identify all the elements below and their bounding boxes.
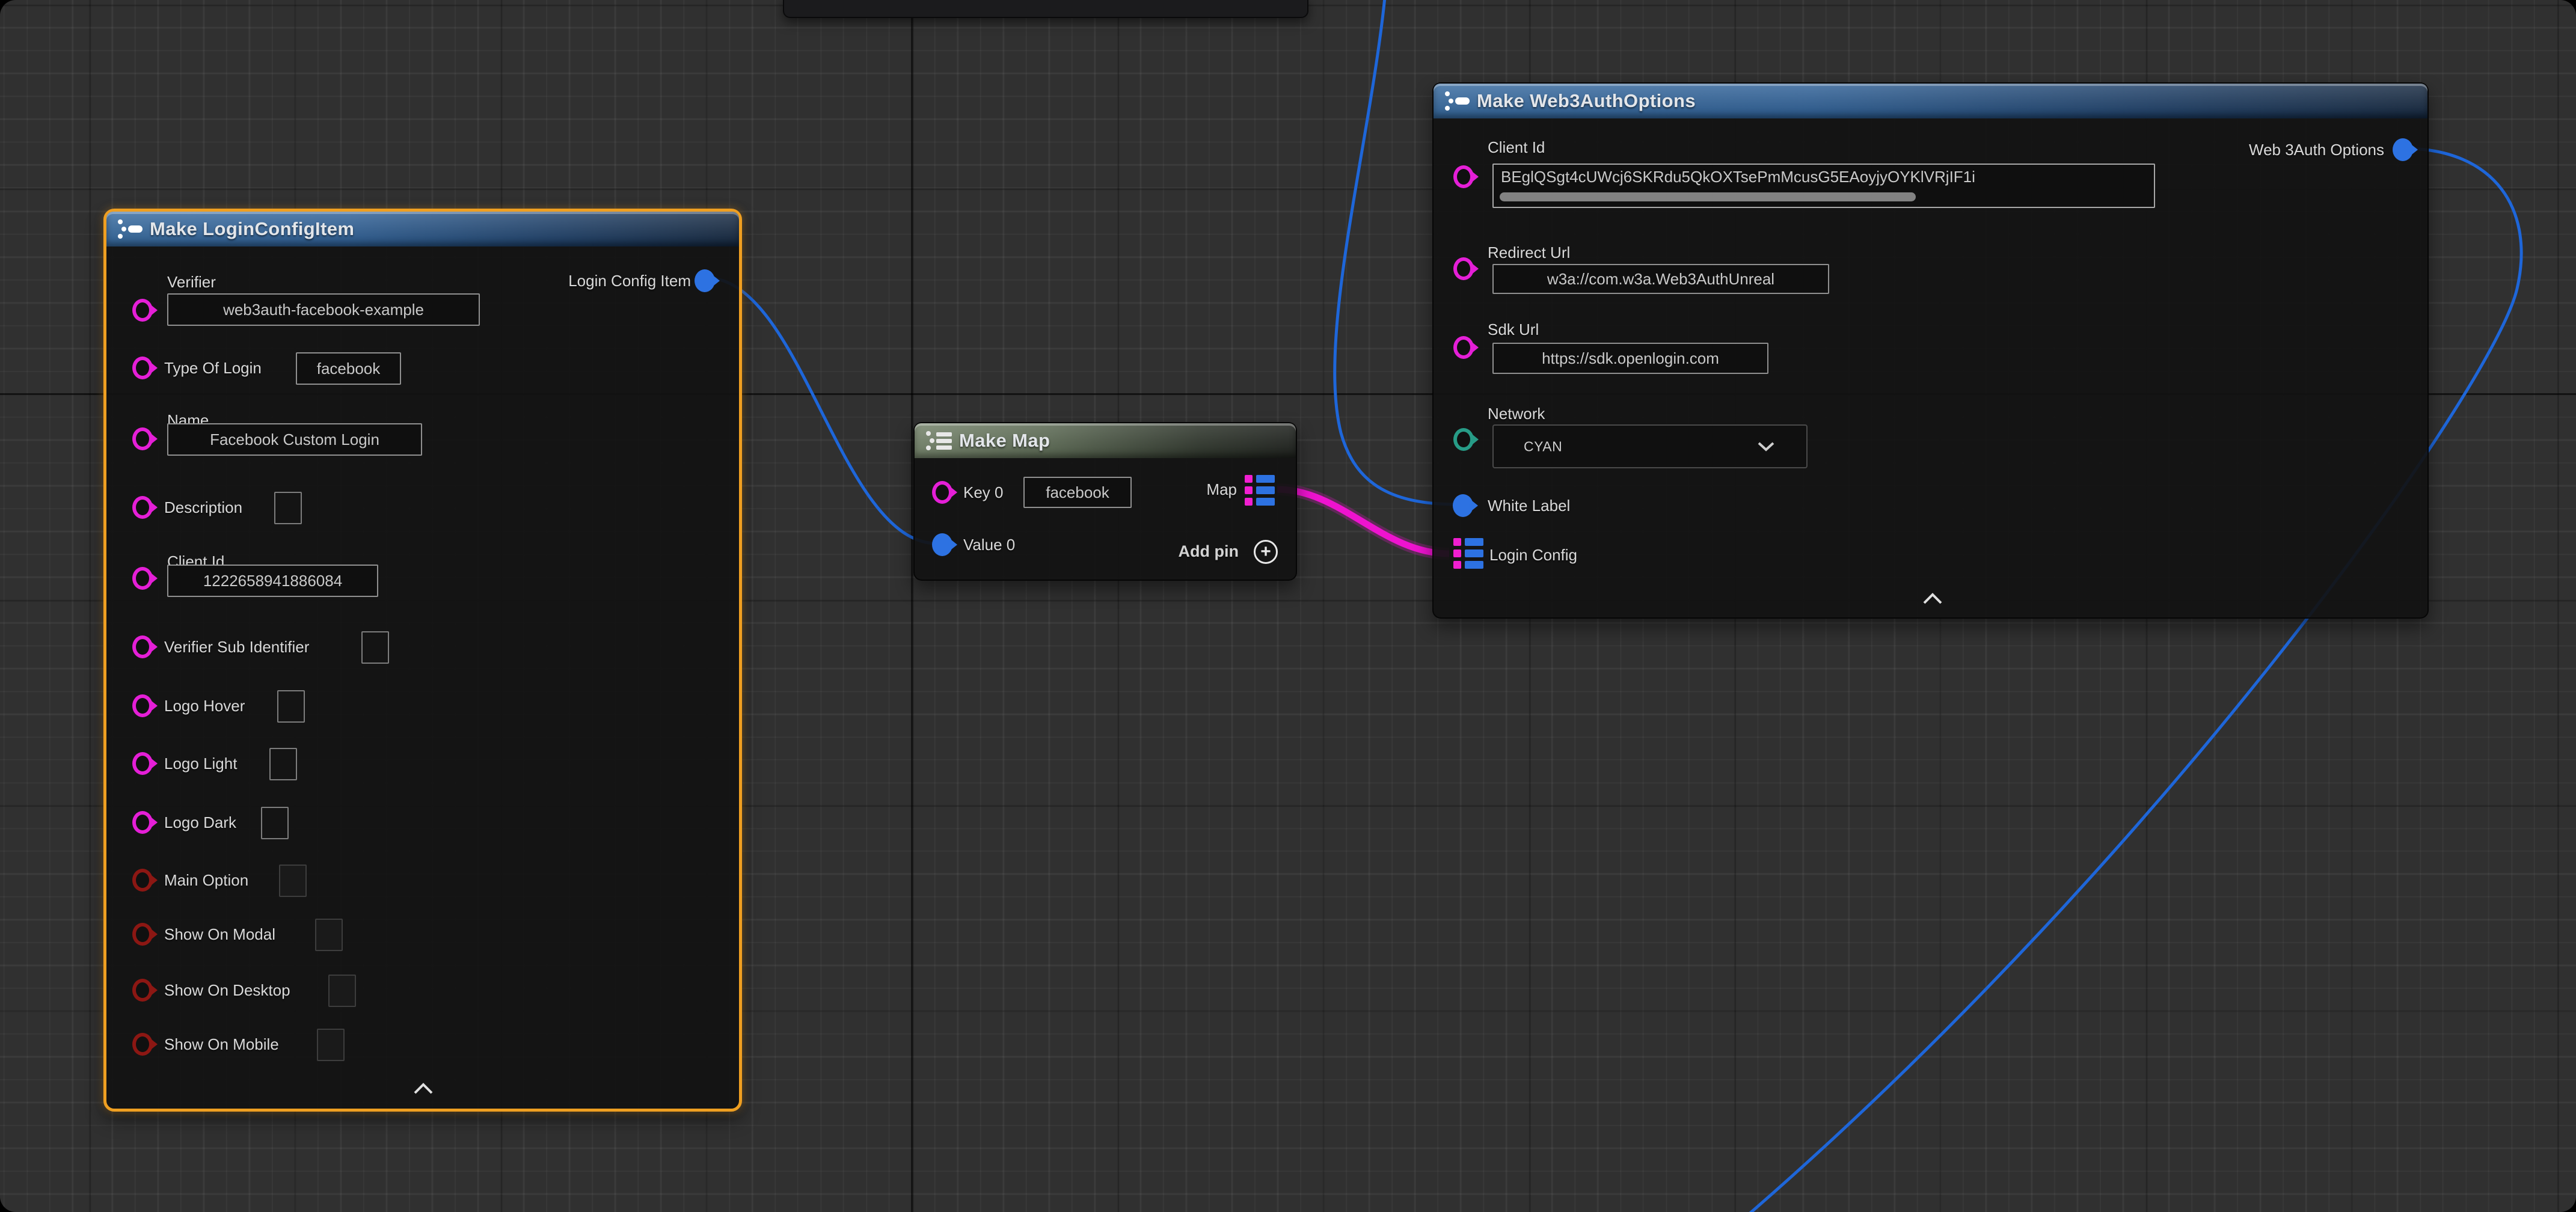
node-title: Make LoginConfigItem <box>150 218 354 240</box>
type-of-login-input[interactable] <box>296 352 401 385</box>
offscreen-node-partial[interactable] <box>783 0 1308 18</box>
value0-label: Value 0 <box>963 534 1015 555</box>
show-on-modal-label: Show On Modal <box>164 924 275 944</box>
verifier-sub-identifier-pin[interactable] <box>132 635 153 658</box>
add-pin-label[interactable]: Add pin <box>1179 542 1239 561</box>
verifier-pin[interactable] <box>132 299 153 322</box>
type-of-login-pin[interactable] <box>132 357 153 379</box>
logo-light-label: Logo Light <box>164 753 237 774</box>
logo-light-pin[interactable] <box>132 752 153 775</box>
sdk-url-input[interactable] <box>1492 343 1768 374</box>
collapse-chevron-icon[interactable] <box>412 1082 434 1095</box>
make-struct-icon <box>1443 88 1471 114</box>
node-header-make-web3auth-options[interactable]: Make Web3AuthOptions <box>1434 84 2427 118</box>
key0-label: Key 0 <box>963 482 1004 503</box>
make-struct-icon <box>116 216 144 242</box>
verifier-input[interactable] <box>167 293 480 326</box>
network-label: Network <box>1488 403 1545 424</box>
key0-pin[interactable] <box>932 481 952 504</box>
show-on-modal-pin[interactable] <box>132 923 153 946</box>
network-pin[interactable] <box>1453 428 1474 451</box>
client-id-pin[interactable] <box>1453 165 1474 188</box>
main-option-pin[interactable] <box>132 869 153 892</box>
node-header-make-map[interactable]: Make Map <box>915 423 1296 458</box>
login-config-item-output-pin[interactable] <box>695 269 715 292</box>
client-id-scrollbar[interactable] <box>1500 192 1916 201</box>
node-make-map[interactable]: Make Map Key 0 Map Value 0 Add pin + <box>913 422 1297 581</box>
sdk-url-pin[interactable] <box>1453 336 1474 359</box>
white-label-pin[interactable] <box>1453 494 1473 517</box>
client-id-label: Client Id <box>1488 137 1545 158</box>
collapse-chevron-icon[interactable] <box>1922 592 1943 605</box>
network-dropdown[interactable]: CYAN <box>1492 424 1808 468</box>
web3auth-options-output-pin[interactable] <box>2393 138 2413 161</box>
client-id-value: BEglQSgt4cUWcj6SKRdu5QkOXTsePmMcusG5EAoy… <box>1501 168 2151 186</box>
verifier-sub-identifier-label: Verifier Sub Identifier <box>164 637 309 657</box>
map-output-pin[interactable] <box>1245 475 1276 506</box>
redirect-url-pin[interactable] <box>1453 257 1474 280</box>
show-on-mobile-pin[interactable] <box>132 1033 153 1056</box>
wire-map-to-login-config[interactable] <box>1277 489 1449 554</box>
value0-pin[interactable] <box>932 533 952 556</box>
logo-dark-pin[interactable] <box>132 811 153 834</box>
wire-map-to-login-config-glow <box>1277 489 1449 554</box>
show-on-desktop-label: Show On Desktop <box>164 980 290 1000</box>
client-id-input[interactable]: BEglQSgt4cUWcj6SKRdu5QkOXTsePmMcusG5EAoy… <box>1492 164 2155 208</box>
logo-dark-input[interactable] <box>261 807 289 839</box>
description-label: Description <box>164 497 242 518</box>
type-of-login-label: Type Of Login <box>164 358 262 378</box>
node-make-login-config-item[interactable]: Make LoginConfigItem Login Config Item V… <box>103 209 742 1112</box>
node-make-web3auth-options[interactable]: Make Web3AuthOptions Web 3Auth Options C… <box>1432 82 2429 619</box>
redirect-url-label: Redirect Url <box>1488 242 1570 263</box>
main-option-label: Main Option <box>164 870 248 890</box>
blueprint-graph-canvas[interactable]: Make LoginConfigItem Login Config Item V… <box>0 0 2576 1212</box>
main-option-checkbox[interactable] <box>279 865 307 897</box>
white-label-label: White Label <box>1488 495 1570 516</box>
node-title: Make Web3AuthOptions <box>1477 90 1696 112</box>
logo-light-input[interactable] <box>269 748 297 780</box>
login-config-pin[interactable] <box>1453 538 1485 569</box>
grid-origin-vertical <box>911 0 913 1212</box>
description-input[interactable] <box>274 492 302 524</box>
show-on-desktop-checkbox[interactable] <box>328 975 356 1007</box>
description-pin[interactable] <box>132 496 153 519</box>
client-id-input[interactable] <box>167 565 378 597</box>
make-map-icon <box>924 428 953 453</box>
verifier-sub-identifier-input[interactable] <box>361 631 389 664</box>
add-pin-icon[interactable]: + <box>1254 540 1278 564</box>
key0-input[interactable] <box>1023 477 1132 508</box>
map-output-label: Map <box>1206 479 1237 500</box>
name-input[interactable] <box>167 423 422 456</box>
node-title: Make Map <box>959 430 1050 451</box>
sdk-url-label: Sdk Url <box>1488 319 1539 340</box>
client-id-pin[interactable] <box>132 567 153 590</box>
network-dropdown-value: CYAN <box>1524 438 1562 454</box>
logo-hover-input[interactable] <box>277 690 305 723</box>
show-on-modal-checkbox[interactable] <box>315 919 343 951</box>
logo-hover-pin[interactable] <box>132 694 153 717</box>
login-config-label: Login Config <box>1489 545 1577 565</box>
output-label-login-config-item: Login Config Item <box>568 271 691 291</box>
show-on-desktop-pin[interactable] <box>132 979 153 1002</box>
logo-hover-label: Logo Hover <box>164 696 245 716</box>
redirect-url-input[interactable] <box>1492 264 1829 294</box>
node-header-make-login-config-item[interactable]: Make LoginConfigItem <box>106 212 739 246</box>
name-pin[interactable] <box>132 427 153 450</box>
chevron-down-icon <box>1757 441 1775 452</box>
logo-dark-label: Logo Dark <box>164 812 236 833</box>
show-on-mobile-label: Show On Mobile <box>164 1034 279 1054</box>
web3auth-options-output-label: Web 3Auth Options <box>2249 139 2384 160</box>
verifier-label: Verifier <box>167 272 216 292</box>
show-on-mobile-checkbox[interactable] <box>317 1029 345 1061</box>
